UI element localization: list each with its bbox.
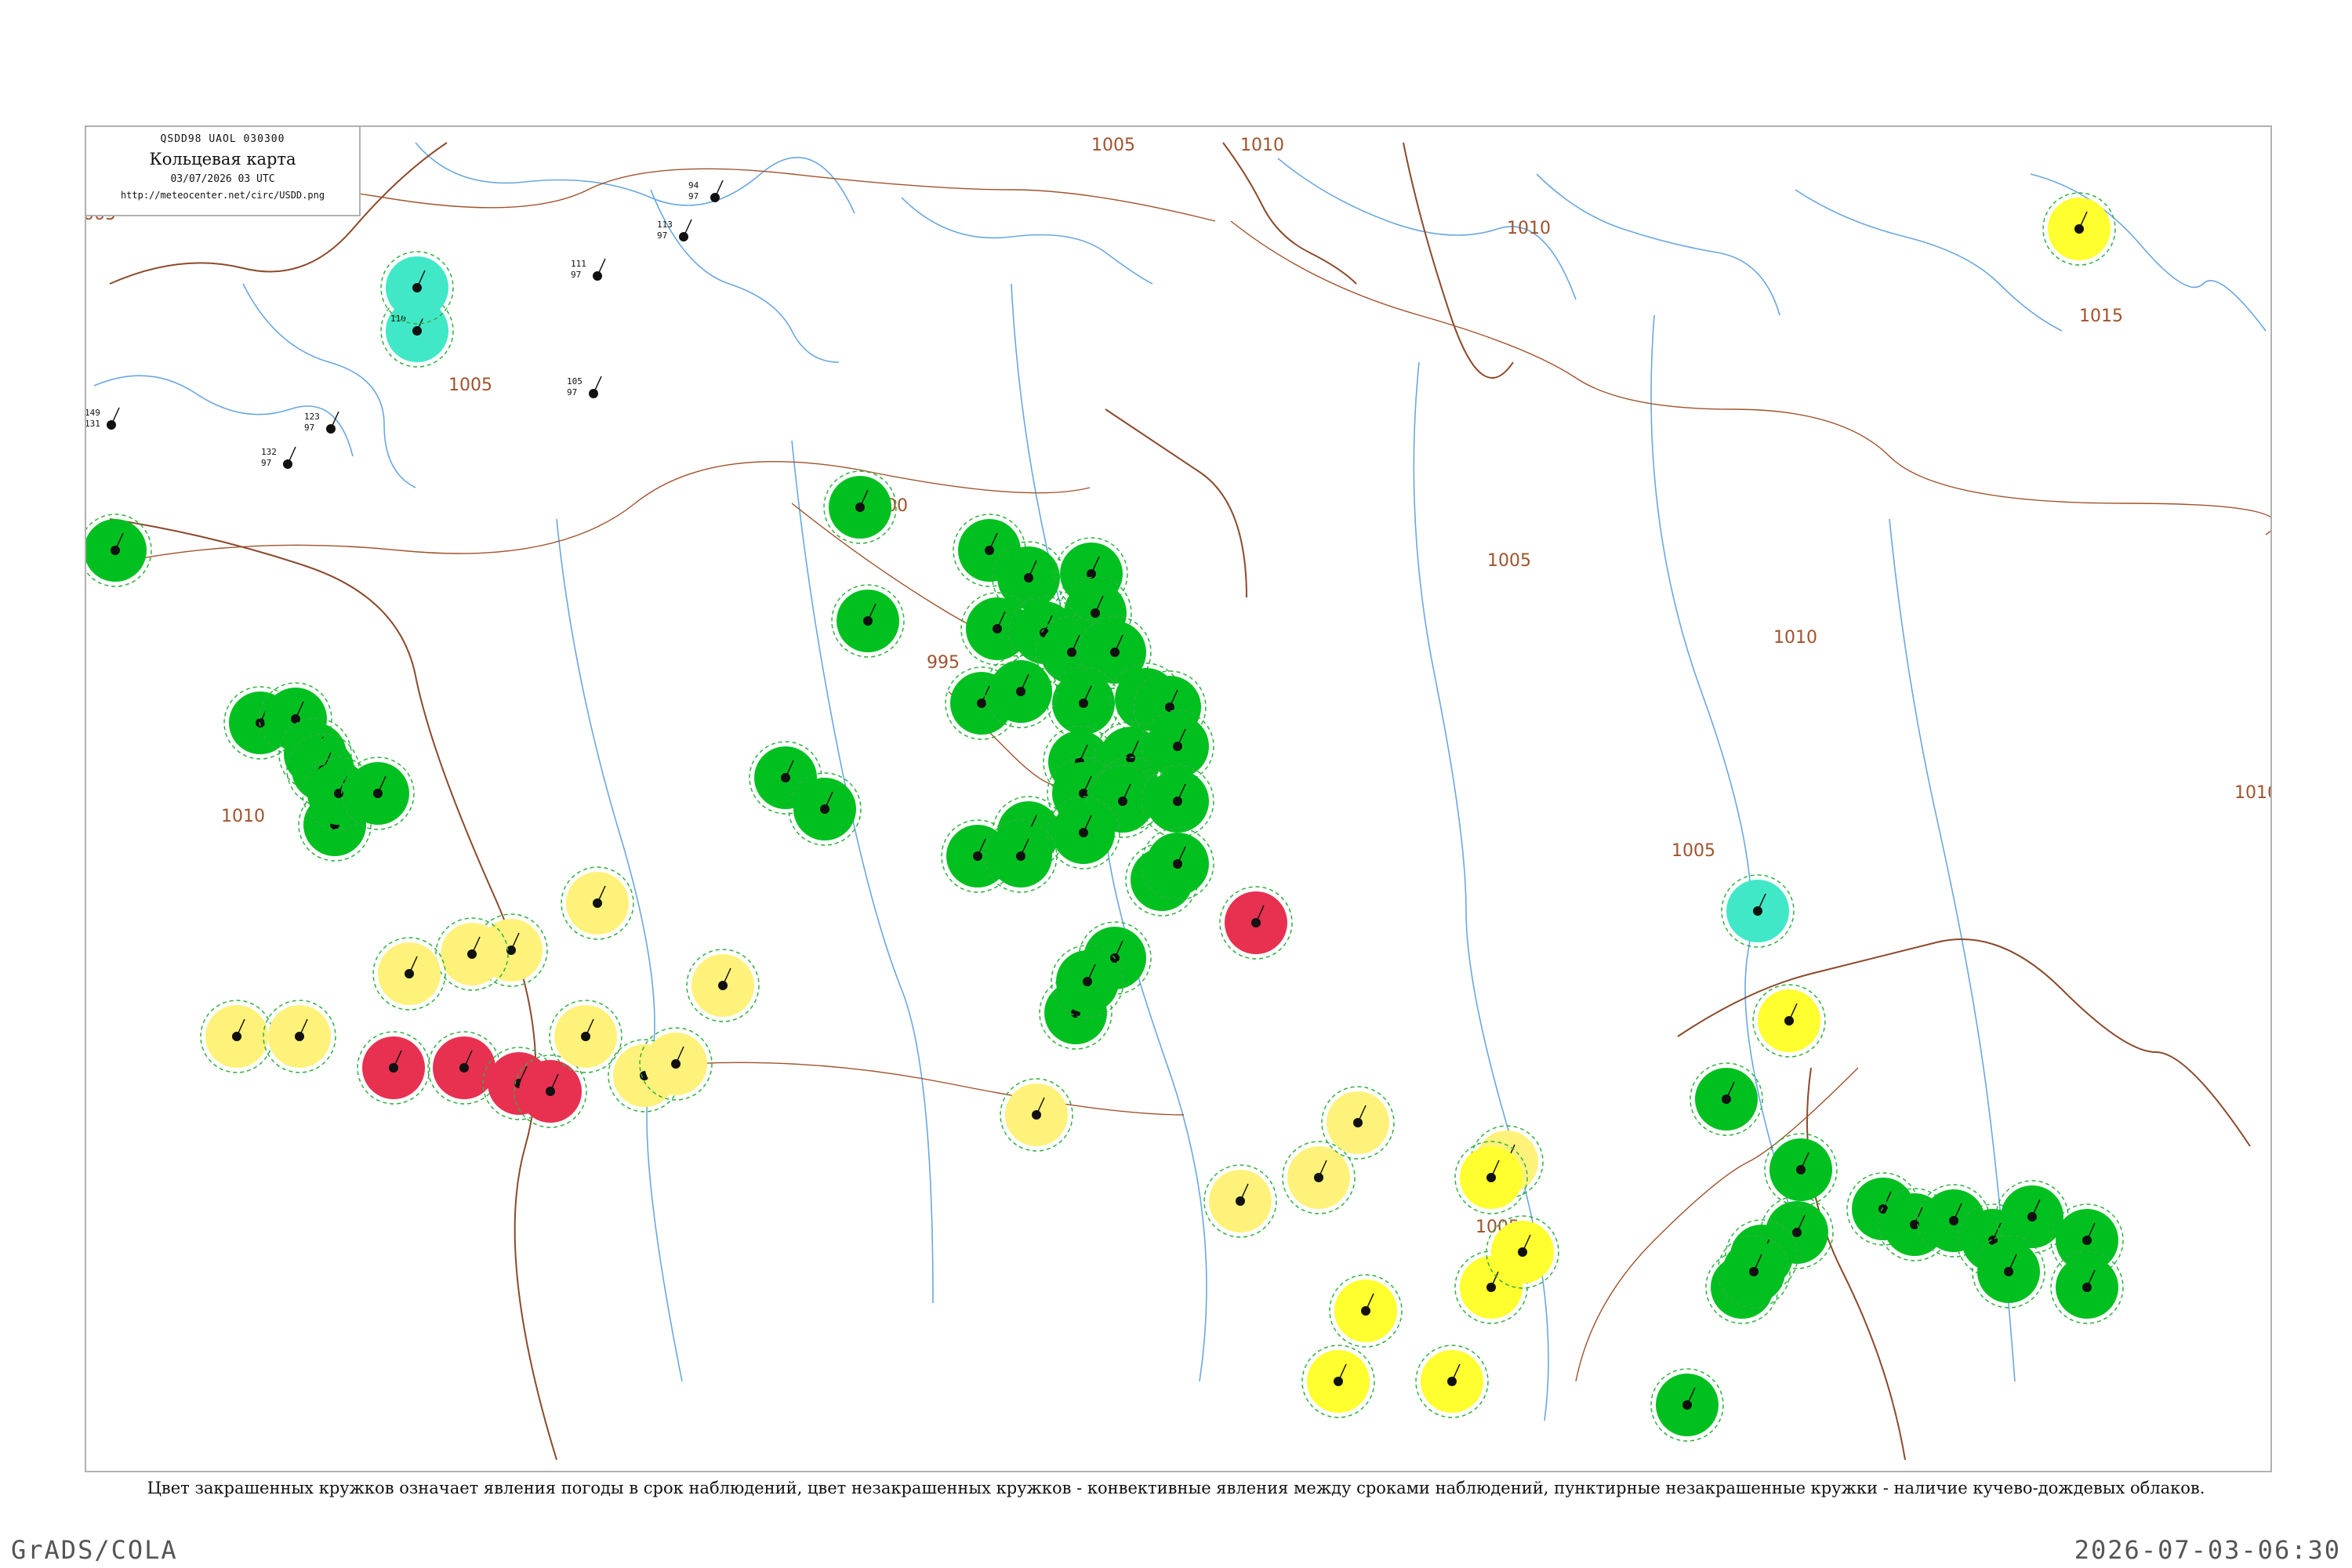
station-plot <box>1717 1235 1791 1308</box>
station-layer: 94971139710597111971491311239713297110 <box>86 180 2124 1442</box>
station-plot <box>1047 796 1120 869</box>
software-credit: GrADS/COLA <box>11 1535 178 1565</box>
coastline <box>242 283 416 488</box>
coastline <box>650 189 840 363</box>
station-value-mid: 97 <box>261 458 271 468</box>
station-plot <box>1415 1345 1489 1418</box>
isobar-label: 1005 <box>1671 841 1715 861</box>
isobar-label: 1010 <box>1507 219 1551 238</box>
station-plot <box>1690 1062 1763 1136</box>
state-border <box>1222 142 1357 285</box>
station-value-top: 123 <box>304 412 320 422</box>
state-border <box>1806 1067 1906 1461</box>
station-value-mid: 97 <box>304 423 314 433</box>
observation-datetime: 03/07/2026 03 UTC <box>170 173 275 185</box>
station-plot <box>1051 945 1124 1018</box>
station-value-mid: 97 <box>571 270 581 280</box>
station-plot <box>1301 1345 1375 1418</box>
river <box>791 440 934 1304</box>
map-caption: Цвет закрашенных кружков означает явлени… <box>147 1479 2205 1497</box>
station-plot <box>686 949 760 1022</box>
station-plot: 9497 <box>688 180 724 202</box>
station-plot <box>984 819 1058 893</box>
state-border <box>1403 142 1514 379</box>
isobar-label: 1010 <box>1240 136 1284 155</box>
isobar-label: 1015 <box>2079 307 2123 326</box>
station-plot <box>1329 1274 1403 1348</box>
station-value-top: 94 <box>688 180 699 191</box>
render-timestamp: 2026-07-03-06:30 <box>2074 1535 2341 1565</box>
source-url: http://meteocenter.net/circ/USDD.png <box>120 190 325 201</box>
station-value-top: 132 <box>261 447 277 457</box>
station-plot: 149131 <box>86 407 120 430</box>
station-plot <box>1454 1141 1528 1214</box>
station-plot: 11397 <box>657 219 692 241</box>
station-plot <box>984 655 1058 728</box>
station-plot <box>1000 1078 1073 1152</box>
station-plot <box>1752 984 1826 1058</box>
synoptic-map: 1005100510051005100510051010101010101010… <box>85 125 2272 1472</box>
station-plot <box>561 866 634 940</box>
station-value-mid: 97 <box>567 387 577 397</box>
isobar-label: 995 <box>927 653 960 673</box>
station-plot <box>1141 827 1214 901</box>
station-plot <box>639 1027 713 1101</box>
station-plot <box>831 584 905 658</box>
station-plot <box>2050 1250 2124 1324</box>
station-plot <box>2042 192 2116 266</box>
station-value-top: 113 <box>657 220 673 230</box>
station-plot <box>788 772 862 846</box>
station-plot <box>200 1000 274 1073</box>
bulletin-codes: QSDD98 UAOL 030300 <box>160 133 285 145</box>
station-plot <box>1764 1133 1838 1207</box>
station-plot <box>1047 666 1120 740</box>
isobar-label: 1010 <box>2234 783 2272 803</box>
station-plot <box>1972 1235 2045 1308</box>
map-title: Кольцевая карта <box>149 150 296 169</box>
station-plot <box>1141 764 1214 838</box>
coastline <box>415 142 855 214</box>
station-plot <box>1486 1215 1559 1289</box>
station-value-top: 111 <box>571 259 586 269</box>
river <box>556 518 683 1382</box>
station-plot <box>372 937 446 1011</box>
station-plot: 13297 <box>261 446 296 469</box>
isobar-label: 1005 <box>1487 551 1531 571</box>
station-plot <box>263 1000 336 1073</box>
coastline <box>901 197 1153 285</box>
isobar-line <box>634 1062 1185 1116</box>
isobar-label: 1005 <box>448 376 492 395</box>
isobar-label: 1005 <box>1091 136 1135 155</box>
station-plot <box>341 757 415 830</box>
station-plot: 12397 <box>304 411 339 434</box>
station-plot <box>357 1031 430 1105</box>
station-plot <box>435 917 509 991</box>
station-plot <box>1282 1141 1356 1214</box>
station-value-top: 149 <box>86 408 100 418</box>
station-plot: 11197 <box>571 258 606 281</box>
station-plot <box>1721 874 1795 948</box>
station-plot: 10597 <box>567 376 602 398</box>
station-plot <box>86 514 152 587</box>
station-plot <box>823 470 897 544</box>
coastline <box>1795 189 2063 332</box>
station-value-top: 105 <box>567 376 583 387</box>
station-plot <box>1203 1164 1277 1238</box>
station-plot <box>1321 1086 1395 1160</box>
station-value-mid: 131 <box>86 419 100 429</box>
map-canvas: 1005100510051005100510051010101010101010… <box>86 136 2272 1461</box>
isobar-line <box>101 460 1091 567</box>
isobar-label: 1010 <box>1773 628 1817 648</box>
map-legend-box: QSDD98 UAOL 030300 Кольцевая карта 03/07… <box>85 125 361 216</box>
coastline <box>1536 173 1780 316</box>
isobar-label: 1010 <box>221 807 265 826</box>
station-plot <box>380 251 454 325</box>
station-value-mid: 97 <box>657 230 667 241</box>
station-plot <box>1219 886 1293 960</box>
state-border <box>109 518 557 1461</box>
station-value-mid: 97 <box>688 191 699 201</box>
station-plot <box>1650 1368 1724 1442</box>
